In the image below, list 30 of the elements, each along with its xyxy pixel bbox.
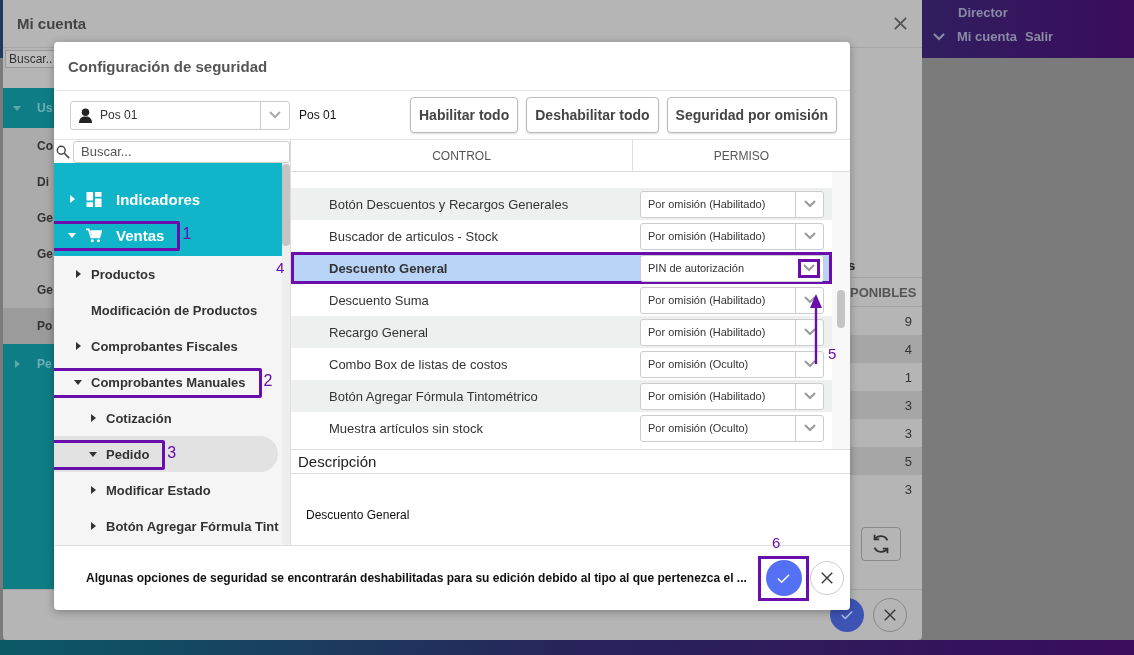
table-cell: 3 — [850, 391, 922, 419]
annotation-number: 4 — [276, 259, 285, 276]
profile-name: Pos 01 — [299, 108, 338, 122]
table-cell: 4 — [850, 335, 922, 363]
table-cell-text: 3 — [903, 424, 913, 443]
table-cell-text: 9 — [903, 312, 913, 331]
annotation-number: 6 — [772, 533, 781, 551]
dialog-title: Mi cuenta — [17, 15, 87, 32]
column-header: CONTROL — [291, 140, 633, 171]
control-name: Muestra artículos sin stock — [328, 420, 484, 436]
notice-text: Algunas opciones de seguridad se encontrarán deshabilitadas para su edición debido al tipo al que pertenezca el ... — [86, 571, 748, 585]
control-name: Descuento General — [328, 260, 449, 276]
control-name: Botón Agregar Fórmula Tintométrico — [328, 388, 539, 404]
user-role: Director — [958, 5, 1009, 20]
control-name: Recargo General — [328, 324, 429, 340]
control-name: Descuento Suma — [328, 292, 430, 308]
table-cell: 5 — [850, 447, 922, 475]
annotation-number: 1 — [182, 225, 192, 243]
annotation-number: 2 — [263, 372, 273, 390]
control-name: Botón Descuentos y Recargos Generales — [328, 196, 570, 212]
description-text: Descuento General — [305, 507, 411, 522]
table-cell-text: 1 — [903, 368, 913, 387]
dialog-title: Configuración de seguridad — [68, 57, 268, 75]
control-name: Combo Box de listas de costos — [328, 356, 509, 372]
description-label: Descripción — [291, 450, 850, 474]
annotation-number: 5 — [828, 345, 837, 362]
annotation-number: 3 — [167, 444, 177, 462]
table-cell-text: 3 — [903, 480, 913, 499]
control-name: Buscador de articulos - Stock — [328, 228, 500, 244]
column-header: PERMISO — [712, 147, 771, 165]
